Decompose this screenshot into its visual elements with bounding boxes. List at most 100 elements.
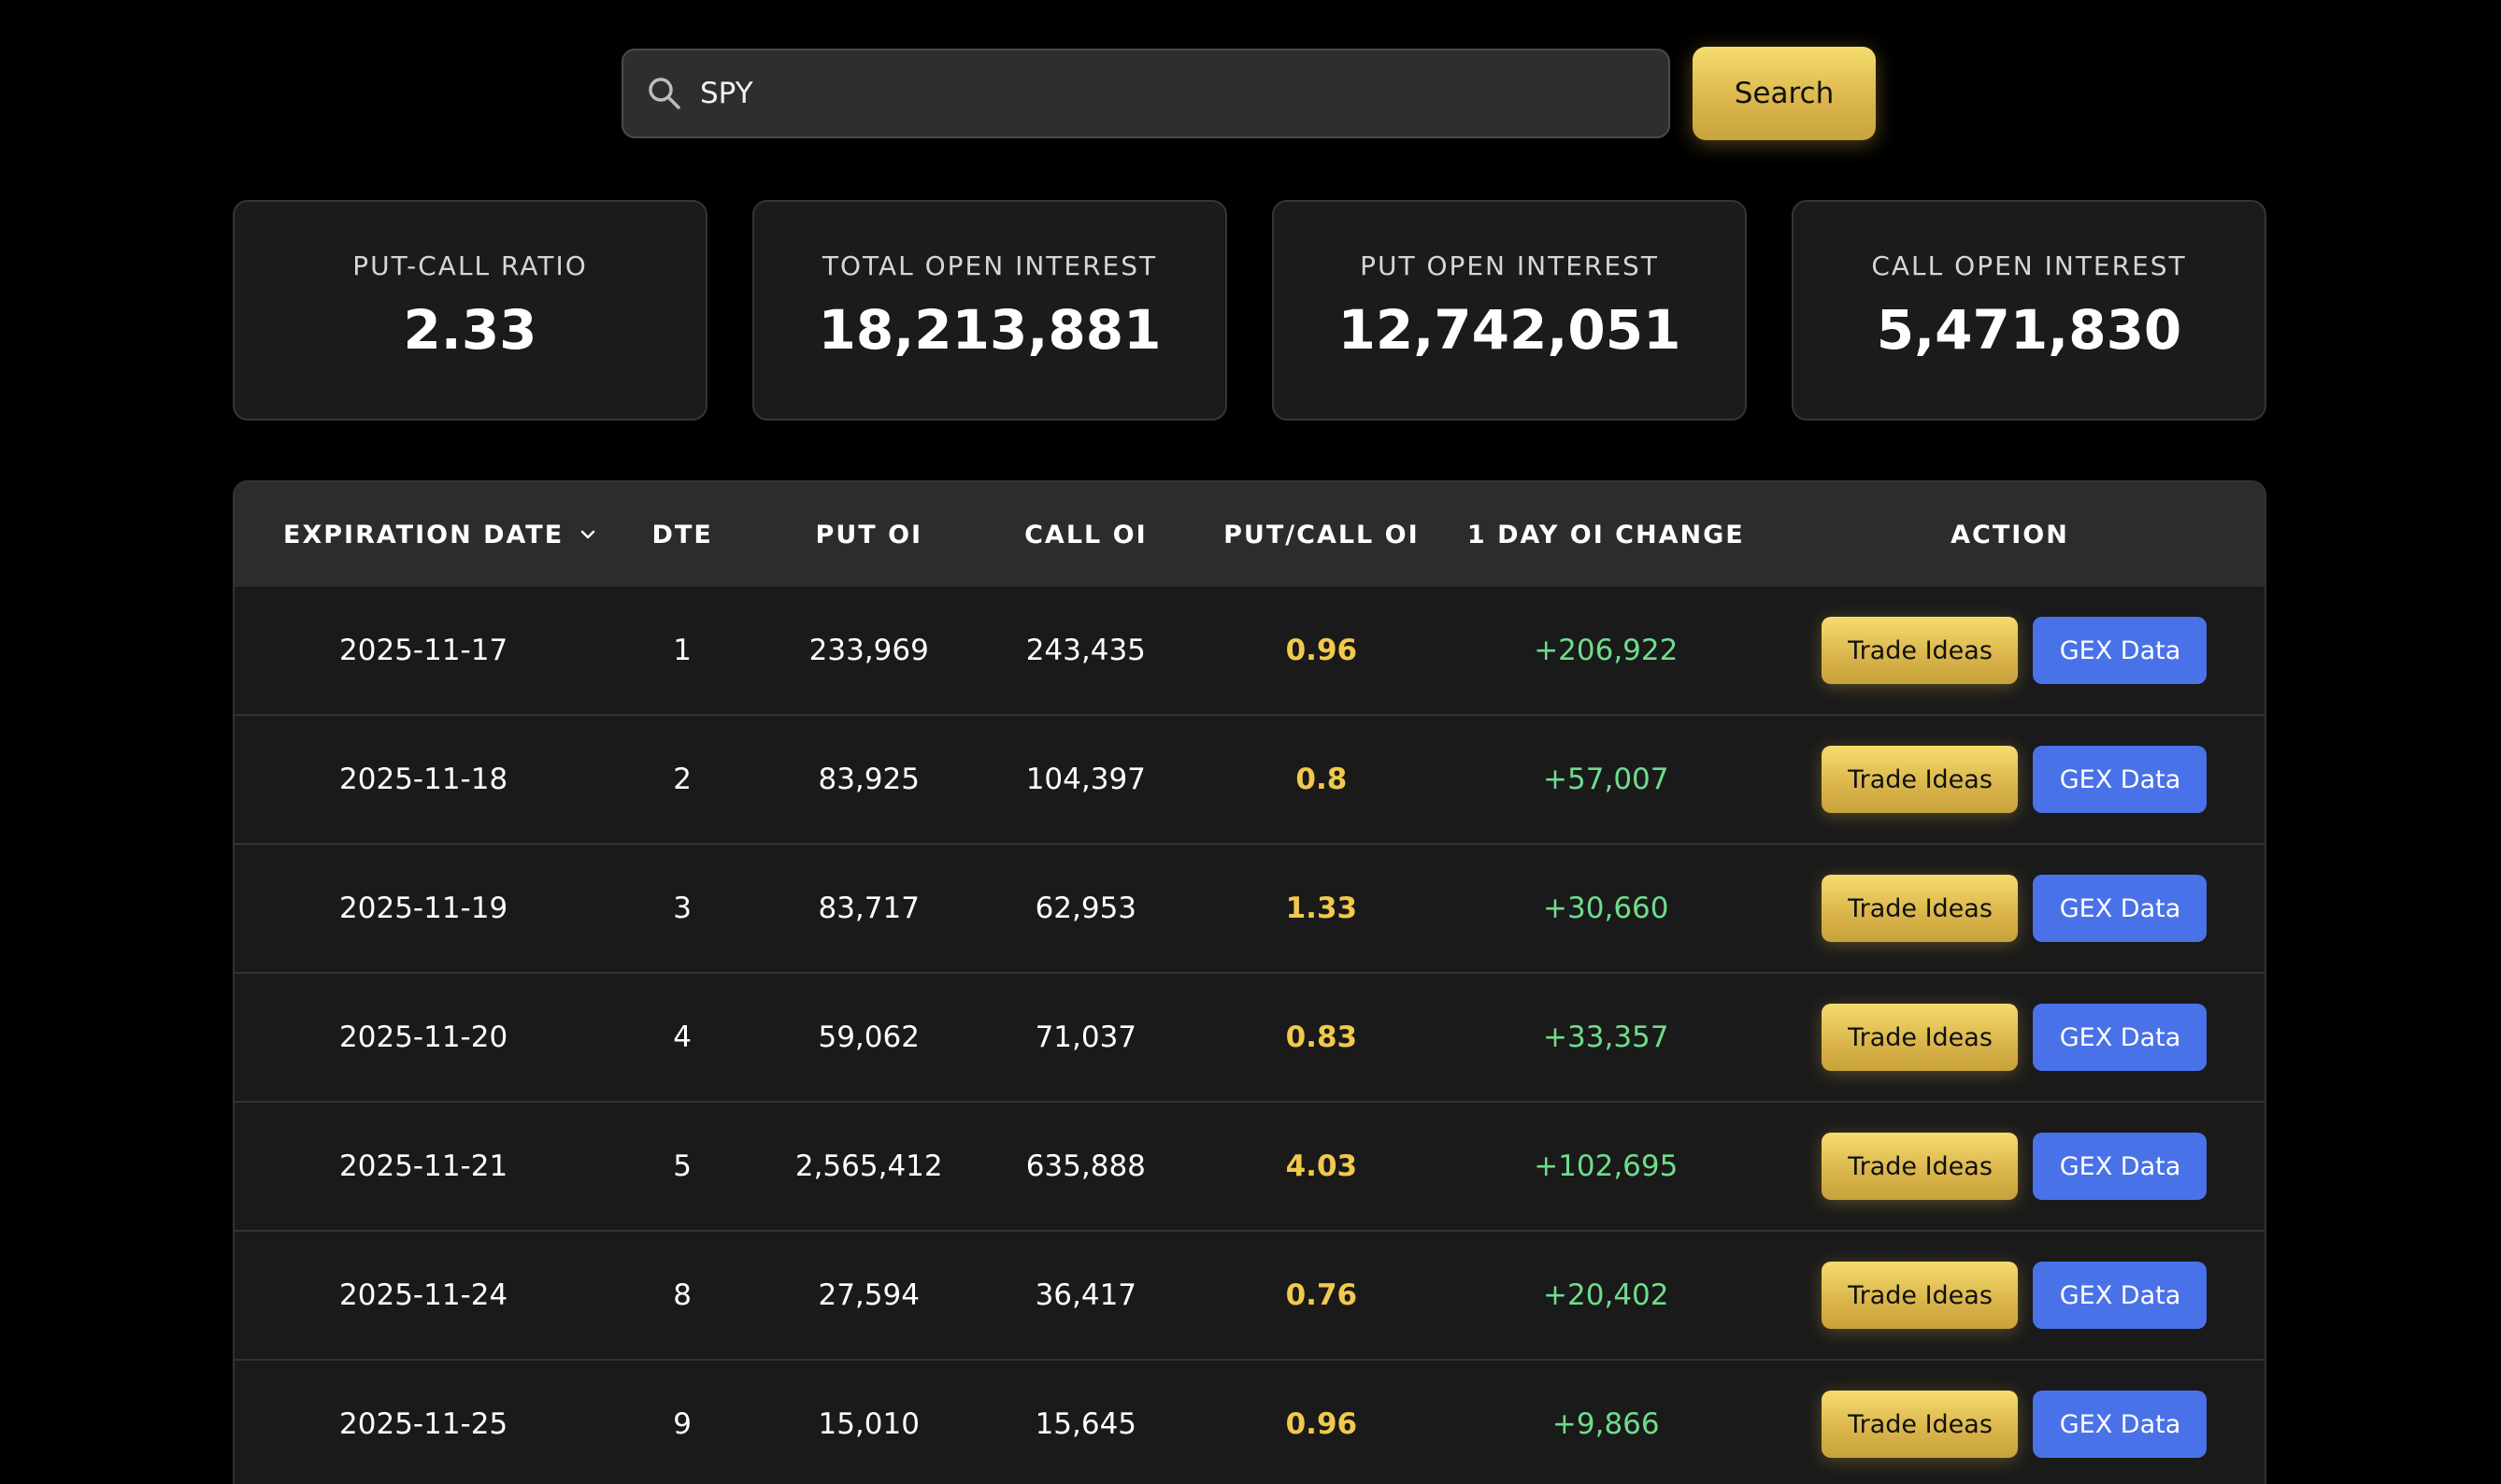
header-action: ACTION (1951, 520, 2069, 549)
header-label: EXPIRATION DATE (283, 520, 565, 549)
header-call-oi: CALL OI (1024, 520, 1148, 549)
cell-action: Trade Ideas GEX Data (1755, 875, 2265, 942)
cell-oi-change: +206,922 (1534, 634, 1679, 667)
cell-put-oi: 83,717 (818, 892, 920, 925)
header-dte: DTE (651, 520, 713, 549)
cell-expiration-date: 2025-11-17 (339, 634, 508, 667)
stat-card-put-call-ratio: PUT-CALL RATIO 2.33 (233, 200, 707, 421)
header-expiration-date[interactable]: EXPIRATION DATE (235, 521, 612, 549)
table-row: 2025-11-21 5 2,565,412 635,888 4.03 +102… (235, 1103, 2265, 1232)
gex-data-button[interactable]: GEX Data (2033, 875, 2208, 942)
cell-expiration-date: 2025-11-18 (339, 763, 508, 796)
trade-ideas-button[interactable]: Trade Ideas (1822, 1004, 2019, 1071)
table-header: EXPIRATION DATE DTE PUT OI CALL OI PUT/C… (235, 482, 2265, 587)
cell-action: Trade Ideas GEX Data (1755, 1262, 2265, 1329)
gex-data-button[interactable]: GEX Data (2033, 1004, 2208, 1071)
cell-call-oi: 62,953 (1035, 892, 1137, 925)
cell-call-oi: 104,397 (1025, 763, 1146, 796)
table-row: 2025-11-17 1 233,969 243,435 0.96 +206,9… (235, 587, 2265, 716)
stat-cards: PUT-CALL RATIO 2.33 TOTAL OPEN INTEREST … (233, 200, 2266, 421)
gex-data-button[interactable]: GEX Data (2033, 1133, 2208, 1200)
stat-value: 2.33 (403, 298, 537, 362)
cell-call-oi: 71,037 (1035, 1020, 1137, 1054)
gex-data-button[interactable]: GEX Data (2033, 1391, 2208, 1458)
cell-call-oi: 36,417 (1035, 1278, 1137, 1312)
cell-dte: 4 (673, 1020, 692, 1054)
table-row: 2025-11-25 9 15,010 15,645 0.96 +9,866 T… (235, 1361, 2265, 1484)
cell-dte: 5 (673, 1149, 692, 1183)
cell-oi-change: +30,660 (1543, 892, 1669, 925)
cell-put-oi: 233,969 (808, 634, 929, 667)
search-box[interactable] (622, 49, 1670, 138)
cell-put-oi: 27,594 (818, 1278, 920, 1312)
cell-put-call-oi: 1.33 (1285, 892, 1358, 925)
gex-data-button[interactable]: GEX Data (2033, 1262, 2208, 1329)
cell-call-oi: 243,435 (1025, 634, 1146, 667)
stat-value: 5,471,830 (1876, 298, 2182, 362)
cell-expiration-date: 2025-11-24 (339, 1278, 508, 1312)
cell-put-call-oi: 0.96 (1285, 1407, 1358, 1441)
trade-ideas-button[interactable]: Trade Ideas (1822, 1133, 2019, 1200)
cell-dte: 8 (673, 1278, 692, 1312)
cell-oi-change: +20,402 (1543, 1278, 1669, 1312)
cell-call-oi: 635,888 (1025, 1149, 1146, 1183)
cell-oi-change: +33,357 (1543, 1020, 1669, 1054)
stat-label: CALL OPEN INTEREST (1871, 250, 2187, 281)
cell-action: Trade Ideas GEX Data (1755, 1004, 2265, 1071)
cell-dte: 3 (673, 892, 692, 925)
search-input[interactable] (700, 77, 1635, 110)
expirations-table: EXPIRATION DATE DTE PUT OI CALL OI PUT/C… (233, 480, 2266, 1484)
stat-value: 12,742,051 (1337, 298, 1681, 362)
stat-card-call-open-interest: CALL OPEN INTEREST 5,471,830 (1792, 200, 2266, 421)
search-icon (649, 78, 680, 109)
cell-put-call-oi: 0.83 (1285, 1020, 1358, 1054)
stat-label: TOTAL OPEN INTEREST (822, 250, 1158, 281)
gex-data-button[interactable]: GEX Data (2033, 746, 2208, 813)
chevron-down-icon (580, 530, 595, 539)
stat-label: PUT OPEN INTEREST (1360, 250, 1659, 281)
cell-dte: 1 (673, 634, 692, 667)
cell-expiration-date: 2025-11-21 (339, 1149, 508, 1183)
header-oi-change: 1 DAY OI CHANGE (1466, 520, 1745, 549)
trade-ideas-button[interactable]: Trade Ideas (1822, 875, 2019, 942)
cell-oi-change: +102,695 (1534, 1149, 1679, 1183)
stat-card-total-open-interest: TOTAL OPEN INTEREST 18,213,881 (752, 200, 1227, 421)
table-row: 2025-11-19 3 83,717 62,953 1.33 +30,660 … (235, 845, 2265, 974)
cell-put-oi: 59,062 (818, 1020, 920, 1054)
trade-ideas-button[interactable]: Trade Ideas (1822, 746, 2019, 813)
cell-expiration-date: 2025-11-25 (339, 1407, 508, 1441)
stat-label: PUT-CALL RATIO (352, 250, 588, 281)
cell-action: Trade Ideas GEX Data (1755, 1133, 2265, 1200)
header-put-call-oi: PUT/CALL OI (1223, 520, 1420, 549)
trade-ideas-button[interactable]: Trade Ideas (1822, 617, 2019, 684)
trade-ideas-button[interactable]: Trade Ideas (1822, 1262, 2019, 1329)
cell-action: Trade Ideas GEX Data (1755, 746, 2265, 813)
options-dashboard: Search PUT-CALL RATIO 2.33 TOTAL OPEN IN… (0, 0, 2501, 1484)
cell-put-call-oi: 0.96 (1285, 634, 1358, 667)
cell-oi-change: +57,007 (1543, 763, 1669, 796)
cell-put-oi: 83,925 (818, 763, 920, 796)
table-row: 2025-11-20 4 59,062 71,037 0.83 +33,357 … (235, 974, 2265, 1103)
cell-expiration-date: 2025-11-20 (339, 1020, 508, 1054)
table-row: 2025-11-18 2 83,925 104,397 0.8 +57,007 … (235, 716, 2265, 845)
gex-data-button[interactable]: GEX Data (2033, 617, 2208, 684)
cell-oi-change: +9,866 (1551, 1407, 1660, 1441)
trade-ideas-button[interactable]: Trade Ideas (1822, 1391, 2019, 1458)
search-button[interactable]: Search (1693, 47, 1876, 140)
cell-action: Trade Ideas GEX Data (1755, 617, 2265, 684)
cell-dte: 2 (673, 763, 692, 796)
cell-call-oi: 15,645 (1035, 1407, 1137, 1441)
header-put-oi: PUT OI (815, 520, 923, 549)
cell-put-oi: 15,010 (818, 1407, 920, 1441)
stat-value: 18,213,881 (818, 298, 1162, 362)
cell-expiration-date: 2025-11-19 (339, 892, 508, 925)
cell-dte: 9 (673, 1407, 692, 1441)
table-row: 2025-11-24 8 27,594 36,417 0.76 +20,402 … (235, 1232, 2265, 1361)
cell-put-call-oi: 4.03 (1285, 1149, 1358, 1183)
cell-put-oi: 2,565,412 (794, 1149, 943, 1183)
stat-card-put-open-interest: PUT OPEN INTEREST 12,742,051 (1272, 200, 1747, 421)
cell-action: Trade Ideas GEX Data (1755, 1391, 2265, 1458)
search-bar: Search (622, 47, 1876, 140)
cell-put-call-oi: 0.8 (1295, 763, 1348, 796)
cell-put-call-oi: 0.76 (1285, 1278, 1358, 1312)
